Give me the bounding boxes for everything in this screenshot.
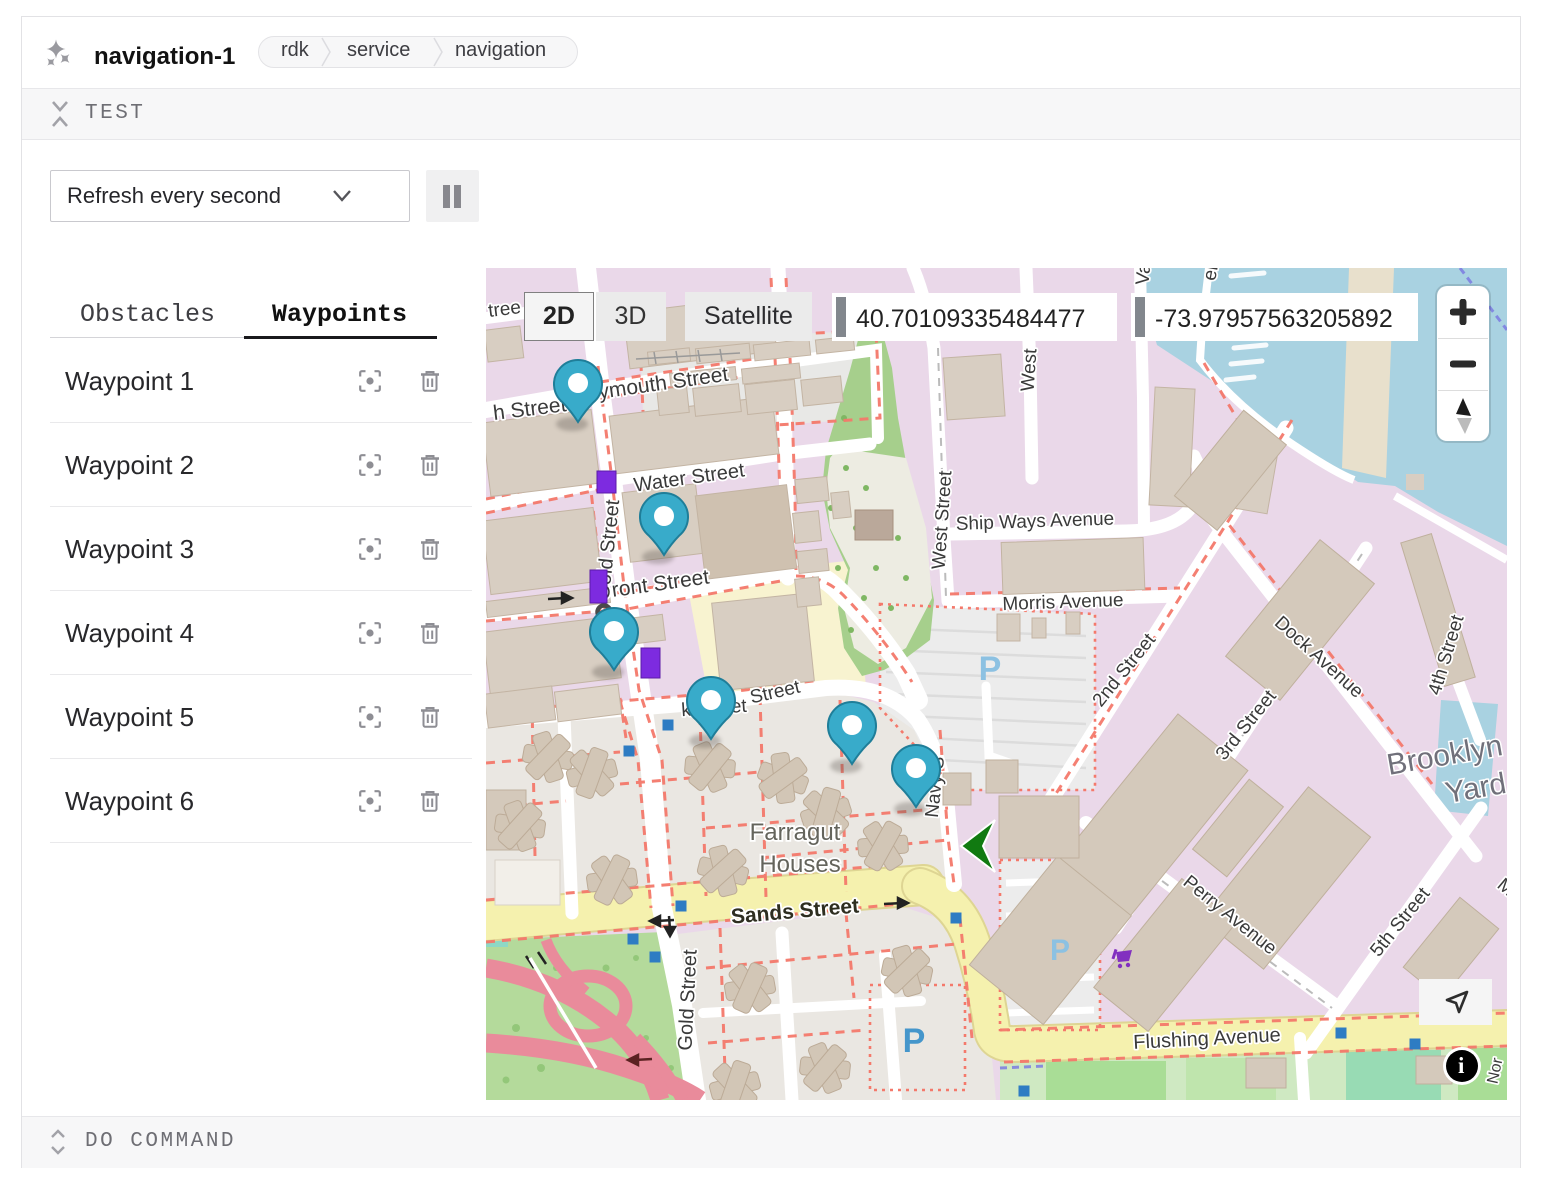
svg-text:P: P: [903, 1022, 926, 1060]
svg-text:Farragut: Farragut: [750, 819, 841, 846]
svg-text:P: P: [1050, 934, 1070, 967]
svg-text:tree: tree: [487, 297, 522, 322]
svg-text:Va: Va: [1132, 268, 1155, 286]
svg-text:er: er: [1199, 268, 1223, 282]
svg-text:West: West: [1018, 347, 1042, 392]
svg-text:P: P: [979, 650, 1002, 688]
svg-text:Houses: Houses: [759, 851, 840, 878]
svg-text:Morris Avenue: Morris Avenue: [1002, 590, 1124, 615]
